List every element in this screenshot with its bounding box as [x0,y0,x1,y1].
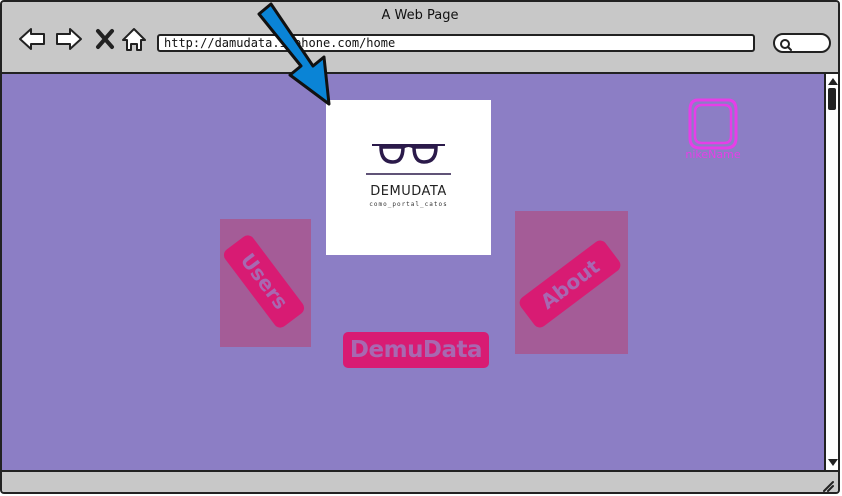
logo-name: DEMUDATA [370,184,447,199]
browser-toolbar: A Web Page http://damudata.iaphone.com/h… [2,2,838,74]
scroll-down-icon[interactable] [827,458,839,468]
vertical-scrollbar[interactable] [824,74,839,470]
logo-card: DEMUDATA como_portal_catos [326,100,491,255]
close-icon[interactable] [92,25,120,53]
scrollbar-thumb[interactable] [828,88,836,110]
back-arrow-icon[interactable] [18,25,46,53]
search-icon [780,39,792,51]
home-icon[interactable] [120,25,148,53]
profile-name[interactable]: nikeName [673,148,753,161]
address-bar[interactable]: http://damudata.iaphone.com/home [157,34,755,52]
search-field[interactable] [773,33,831,53]
logo-tagline: como_portal_catos [369,201,448,208]
glasses-icon [366,144,451,175]
browser-window: A Web Page http://damudata.iaphone.com/h… [0,0,840,494]
scroll-up-icon[interactable] [827,76,839,86]
window-title: A Web Page [381,8,459,23]
status-bar [2,470,838,492]
brand-button[interactable]: DemuData [343,332,489,368]
pointer-arrow-icon [257,2,331,106]
resize-grip-icon[interactable] [820,478,834,492]
avatar-icon[interactable] [688,98,738,150]
forward-arrow-icon[interactable] [55,25,83,53]
